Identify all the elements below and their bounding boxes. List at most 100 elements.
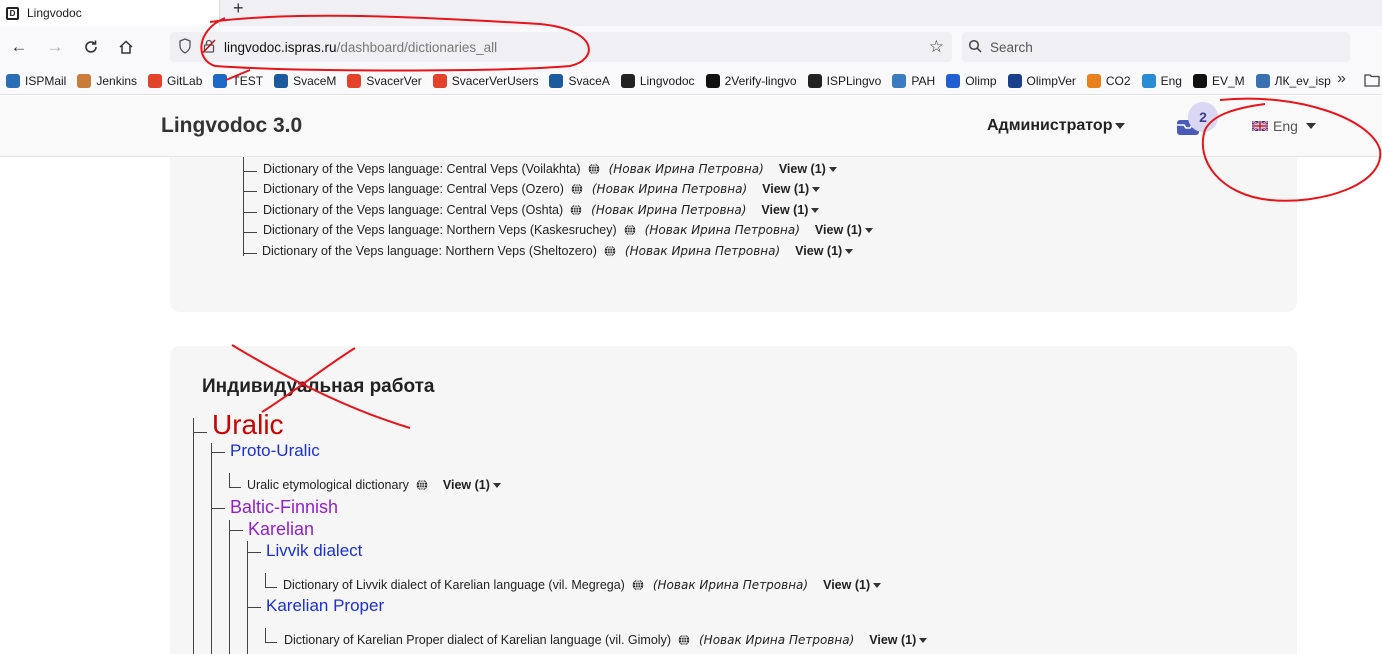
dictionary-entry: Uralic etymological dictionary View (1): [247, 478, 501, 492]
view-dropdown[interactable]: View (1): [795, 244, 854, 258]
bookmark-icon: [148, 74, 163, 88]
address-bar[interactable]: lingvodoc.ispras.ru/dashboard/dictionari…: [170, 32, 952, 62]
bookmark-item[interactable]: Eng: [1141, 74, 1182, 88]
user-name: Администратор: [987, 117, 1113, 134]
view-dropdown[interactable]: View (1): [761, 203, 820, 217]
tree-line: [229, 530, 243, 531]
app-header: Lingvodoc 3.0 Администратор 2 Eng: [0, 96, 1382, 157]
tab-strip: D Lingvodoc +: [0, 0, 1382, 26]
bookmark-item[interactable]: ISPMail: [6, 74, 66, 88]
bookmark-label: TEST: [232, 74, 264, 88]
bookmark-item[interactable]: ISPLingvo: [807, 74, 881, 88]
bookmark-item[interactable]: EV_M: [1192, 74, 1245, 88]
search-bar[interactable]: Search: [962, 32, 1350, 62]
user-menu[interactable]: Администратор: [987, 117, 1126, 135]
dictionary-title[interactable]: Dictionary of Karelian Proper dialect of…: [284, 633, 671, 647]
tree-line: [247, 552, 261, 553]
language-selector[interactable]: Eng: [1252, 118, 1316, 134]
app-brand[interactable]: Lingvodoc 3.0: [161, 114, 302, 138]
url-host: lingvodoc.ispras.ru: [224, 39, 337, 55]
chevron-down-icon: [845, 248, 854, 254]
bookmark-icon: [6, 74, 20, 88]
insecure-lock-icon[interactable]: [202, 38, 218, 57]
view-label: View (1): [795, 244, 843, 258]
bookmark-item[interactable]: Lingvodoc: [620, 74, 695, 88]
bookmark-label: SvacerVer: [366, 74, 422, 88]
dictionary-entry: Dictionary of the Veps language: Central…: [263, 162, 837, 176]
bookmark-item[interactable]: РАН: [892, 74, 935, 88]
bookmark-icon: [77, 74, 92, 88]
dictionary-entry: Dictionary of the Veps language: Norther…: [263, 223, 873, 237]
screen: D Lingvodoc + ← → lingvodoc.ispras.ru/da…: [0, 0, 1382, 654]
forward-icon[interactable]: →: [44, 36, 66, 58]
dictionary-author: (Новак Ирина Петровна): [644, 223, 800, 237]
view-dropdown[interactable]: View (1): [869, 633, 928, 647]
view-label: View (1): [869, 633, 917, 647]
view-dropdown[interactable]: View (1): [443, 478, 501, 492]
bookmark-star-icon[interactable]: ☆: [929, 38, 944, 56]
dictionary-title[interactable]: Dictionary of the Veps language: Central…: [263, 162, 581, 176]
bookmark-icon: [620, 74, 635, 88]
language-group-livvik: Livvik dialect: [266, 541, 363, 560]
view-dropdown[interactable]: View (1): [779, 162, 837, 176]
bookmark-label: 2Verify-lingvo: [724, 74, 797, 88]
bookmark-item[interactable]: GitLab: [148, 74, 202, 88]
language-group-baltic-finnish: Baltic-Finnish: [230, 497, 339, 517]
bookmark-item[interactable]: Olimp: [946, 74, 997, 88]
home-icon[interactable]: [115, 36, 137, 58]
bookmark-item[interactable]: 2Verify-lingvo: [705, 74, 797, 88]
bookmark-icon: [549, 74, 564, 88]
language-group-uralic: Uralic: [212, 409, 284, 440]
globe-icon: [632, 579, 644, 591]
reload-icon[interactable]: [80, 36, 102, 58]
bookmark-label: Lingvodoc: [639, 74, 695, 88]
dictionary-title[interactable]: Dictionary of the Veps language: Norther…: [262, 244, 597, 258]
back-icon[interactable]: ←: [8, 36, 30, 58]
url-text: lingvodoc.ispras.ru/dashboard/dictionari…: [224, 40, 497, 55]
view-dropdown[interactable]: View (1): [762, 182, 821, 196]
folder-icon[interactable]: [1364, 73, 1380, 92]
bookmark-item[interactable]: OlimpVer: [1007, 74, 1076, 88]
dictionary-title[interactable]: Dictionary of the Veps language: Central…: [263, 182, 564, 196]
chevron-down-icon: [828, 166, 837, 172]
language-group-karelian-proper: Karelian Proper: [266, 596, 385, 615]
language-group-karelian: Karelian: [248, 519, 315, 539]
bookmark-item[interactable]: ЛК_ev_isp: [1255, 74, 1331, 88]
globe-icon: [416, 479, 428, 491]
view-dropdown[interactable]: View (1): [815, 223, 873, 237]
dictionary-title[interactable]: Dictionary of the Veps language: Norther…: [263, 223, 617, 237]
chevron-down-icon: [811, 207, 820, 213]
globe-icon: [588, 163, 599, 175]
bookmark-item[interactable]: TEST: [213, 74, 263, 88]
bookmark-label: Eng: [1160, 74, 1182, 88]
dictionary-entry: Dictionary of Livvik dialect of Karelian…: [283, 578, 882, 592]
globe-icon: [571, 183, 583, 195]
bookmark-item[interactable]: Jenkins: [77, 74, 137, 88]
search-placeholder: Search: [990, 39, 1033, 55]
bookmark-item[interactable]: SvaceM: [274, 74, 336, 88]
dictionary-title[interactable]: Dictionary of Livvik dialect of Karelian…: [283, 578, 625, 592]
dictionary-title[interactable]: Uralic etymological dictionary: [247, 478, 409, 492]
bookmark-icon: [274, 74, 289, 88]
notification-badge[interactable]: 2: [1188, 102, 1218, 132]
search-icon: [968, 39, 982, 56]
bookmark-item[interactable]: SvaceA: [549, 74, 610, 88]
bookmark-label: GitLab: [167, 74, 203, 88]
view-label: View (1): [762, 182, 810, 196]
browser-tab[interactable]: D Lingvodoc: [0, 0, 220, 26]
bookmark-item[interactable]: SvacerVer: [347, 74, 422, 88]
tree-line: [193, 432, 207, 433]
view-dropdown[interactable]: View (1): [823, 578, 882, 592]
bookmark-icon: [432, 74, 447, 88]
bookmark-item[interactable]: CO2: [1086, 74, 1131, 88]
new-tab-button[interactable]: +: [233, 0, 244, 22]
tree-line: [243, 191, 257, 192]
bookmarks-overflow-button[interactable]: »: [1337, 70, 1346, 88]
dictionary-author: (Новак Ирина Петровна): [699, 633, 855, 647]
chevron-down-icon: [1115, 122, 1126, 129]
tracking-protection-icon[interactable]: [178, 37, 194, 57]
dictionary-title[interactable]: Dictionary of the Veps language: Central…: [263, 203, 563, 217]
bookmark-item[interactable]: SvacerVerUsers: [432, 74, 538, 88]
bookmark-icon: [892, 74, 907, 88]
bookmark-icon: [347, 74, 362, 88]
